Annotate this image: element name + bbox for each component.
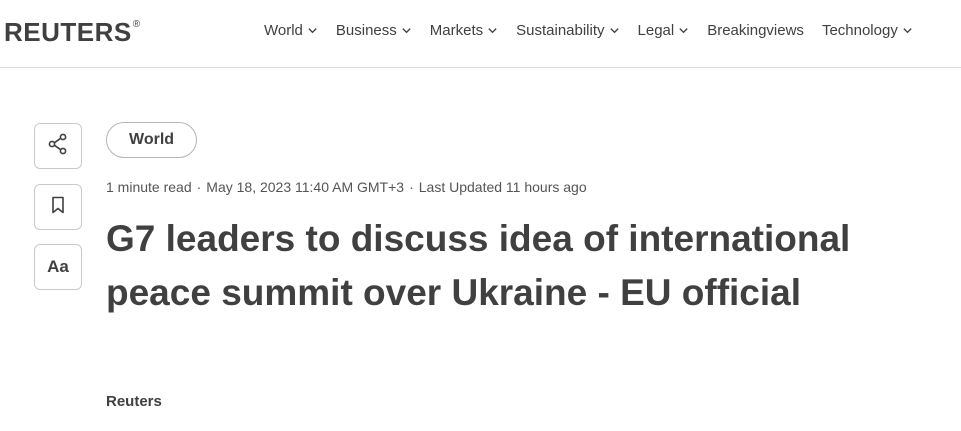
nav-item-label: Technology: [821, 22, 898, 39]
meta-separator: ·: [409, 179, 414, 195]
nav-item-legal[interactable]: Legal: [638, 22, 690, 39]
nav-item-label: Markets: [429, 22, 484, 39]
section-tag[interactable]: World: [106, 122, 198, 158]
registered-mark: ®: [132, 19, 141, 30]
bookmark-icon: [50, 196, 66, 219]
nav-item-business[interactable]: Business: [336, 22, 412, 39]
share-icon: [47, 133, 69, 160]
publish-date: May 18, 2023 11:40 AM GMT+3: [206, 179, 405, 195]
nav-item-label: Sustainability: [516, 22, 605, 39]
nav-item-world[interactable]: World: [264, 22, 318, 39]
nav-item-breakingviews[interactable]: Breakingviews: [707, 22, 804, 39]
main-nav: World Business Markets Sustainability Le…: [264, 22, 961, 39]
nav-item-label: Legal: [637, 22, 675, 39]
font-size-label: Aa: [47, 257, 69, 276]
chevron-down-icon: [487, 25, 498, 36]
nav-item-markets[interactable]: Markets: [430, 22, 498, 39]
read-time: 1 minute read: [106, 179, 192, 195]
nav-item-label: Business: [335, 22, 397, 39]
chevron-down-icon: [401, 25, 412, 36]
nav-item-sustainability[interactable]: Sustainability: [516, 22, 619, 39]
chevron-down-icon: [307, 25, 318, 36]
last-updated: Last Updated 11 hours ago: [418, 179, 587, 195]
nav-item-label: World: [264, 22, 303, 39]
byline[interactable]: Reuters: [106, 393, 162, 410]
chevron-down-icon: [902, 25, 913, 36]
font-size-button[interactable]: Aa: [34, 244, 82, 290]
meta-separator: ·: [196, 179, 202, 195]
logo-text: REUTERS: [4, 17, 132, 47]
nav-item-label: Breakingviews: [707, 22, 804, 39]
bookmark-button[interactable]: [34, 184, 82, 230]
section-tag-label: World: [129, 131, 175, 148]
article-title: G7 leaders to discuss idea of internatio…: [106, 218, 851, 313]
chevron-down-icon: [609, 25, 620, 36]
share-button[interactable]: [34, 123, 82, 169]
article-meta: 1 minute read · May 18, 2023 11:40 AM GMT+…: [106, 179, 587, 195]
reuters-logo[interactable]: REUTERS®: [4, 17, 141, 48]
site-header: REUTERS® World Business Markets Sustaina…: [0, 0, 961, 68]
chevron-down-icon: [678, 25, 689, 36]
nav-item-technology[interactable]: Technology: [822, 22, 913, 39]
